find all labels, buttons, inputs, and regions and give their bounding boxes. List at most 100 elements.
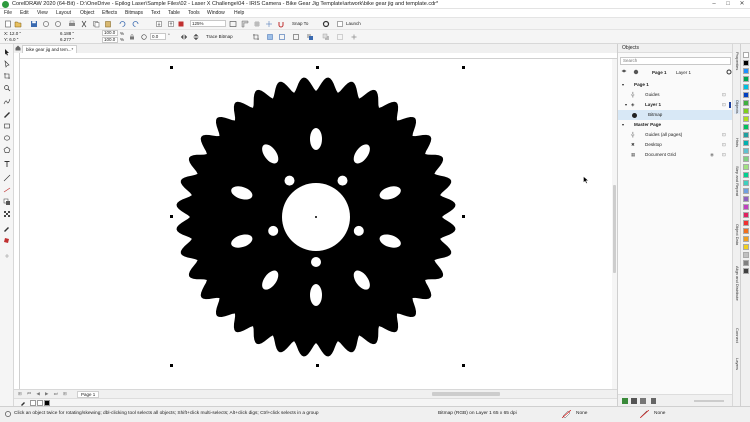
selection-handle-mr[interactable] — [462, 215, 465, 218]
arrange-back-icon[interactable] — [322, 33, 330, 41]
add-tool-icon[interactable] — [3, 252, 11, 260]
trace-bitmap-button[interactable]: Trace Bitmap — [206, 34, 233, 39]
options-gear-icon[interactable] — [322, 20, 330, 28]
menu-window[interactable]: Window — [207, 9, 225, 17]
mirror-vertical-icon[interactable] — [192, 33, 200, 41]
launch-icon[interactable] — [336, 20, 344, 28]
shape-tool-icon[interactable] — [3, 60, 11, 68]
arrange-front-icon[interactable] — [306, 33, 314, 41]
tree-guides-all-pages[interactable]: ╬ Guides (all pages) ⊡ — [618, 130, 733, 140]
new-layer-icon[interactable] — [622, 398, 628, 404]
text-tool-icon[interactable] — [3, 160, 11, 168]
guidelines-icon[interactable] — [265, 20, 273, 28]
scale-y-field[interactable]: 100.0 — [102, 37, 118, 43]
palette-swatch[interactable] — [743, 156, 749, 162]
cut-icon[interactable] — [80, 20, 88, 28]
tree-layer-1[interactable]: ▾ ◈ Layer 1 ⊡ — [618, 100, 733, 110]
rotation-angle-field[interactable]: 0.0 — [150, 33, 166, 40]
open-folder-icon[interactable] — [14, 20, 22, 28]
snap-to-dropdown[interactable]: Snap To — [292, 21, 308, 26]
palette-swatch[interactable] — [743, 132, 749, 138]
freehand-tool-icon[interactable] — [3, 98, 11, 106]
palette-swatch[interactable] — [743, 268, 749, 274]
new-document-icon[interactable] — [4, 20, 12, 28]
menu-help[interactable]: Help — [234, 9, 244, 17]
tree-desktop[interactable]: ✖ Desktop ⊡ — [618, 140, 733, 150]
snap-icon[interactable] — [277, 20, 285, 28]
launch-dropdown[interactable]: Launch — [346, 21, 361, 26]
tree-page-1[interactable]: ▾ Page 1 — [618, 80, 733, 90]
menu-tools[interactable]: Tools — [188, 9, 200, 17]
palette-swatch[interactable] — [743, 180, 749, 186]
menu-layout[interactable]: Layout — [56, 9, 71, 17]
selection-handle-tc[interactable] — [316, 66, 319, 69]
height-field[interactable]: 6.277 " — [60, 37, 74, 42]
objects-search-input[interactable]: Search — [620, 57, 731, 65]
palette-swatch[interactable] — [743, 60, 749, 66]
menu-object[interactable]: Object — [80, 9, 94, 17]
lock-ratio-icon[interactable] — [128, 33, 136, 41]
minimize-button[interactable]: – — [708, 0, 720, 9]
palette-swatch[interactable] — [743, 148, 749, 154]
horizontal-scroll-thumb[interactable] — [432, 392, 500, 396]
palette-swatch[interactable] — [743, 260, 749, 266]
grid-icon[interactable] — [253, 20, 261, 28]
selection-handle-bl[interactable] — [170, 364, 173, 367]
close-button[interactable]: ✕ — [736, 0, 748, 9]
layers-icon[interactable] — [621, 69, 627, 75]
selection-handle-tr[interactable] — [462, 66, 465, 69]
mirror-horizontal-icon[interactable] — [180, 33, 188, 41]
home-icon[interactable] — [15, 45, 21, 51]
vertical-scroll-thumb[interactable] — [613, 185, 616, 273]
menu-text[interactable]: Text — [151, 9, 160, 17]
menu-bitmaps[interactable]: Bitmaps — [125, 9, 143, 17]
import-icon[interactable] — [155, 20, 163, 28]
undo-icon[interactable] — [118, 20, 126, 28]
palette-swatch[interactable] — [743, 100, 749, 106]
lock-icon[interactable]: ⊡ — [722, 90, 726, 100]
lock-icon[interactable]: ⊡ — [722, 100, 726, 110]
fill-none-icon[interactable] — [561, 409, 572, 419]
transparency-tool-icon[interactable] — [3, 210, 11, 218]
current-page-label[interactable]: Page 1 — [652, 70, 667, 75]
page-nav-arrows[interactable]: ⊞ ⏮ ◀ ▶ ⏭ ⊞ — [18, 391, 69, 397]
parallel-dimension-tool-icon[interactable] — [3, 174, 11, 182]
new-master-layer-icon[interactable] — [631, 398, 637, 404]
publish-pdf-icon[interactable] — [177, 20, 185, 28]
zoom-level-field[interactable]: 125% — [190, 20, 226, 27]
eyedropper-tool-icon[interactable] — [3, 224, 11, 232]
resample-icon[interactable] — [278, 33, 286, 41]
palette-swatch[interactable] — [743, 68, 749, 74]
palette-swatch[interactable] — [743, 212, 749, 218]
tree-master-page[interactable]: ▾ Master Page — [618, 120, 733, 130]
crop-tool-icon[interactable] — [3, 72, 11, 80]
palette-swatch[interactable] — [743, 236, 749, 242]
bitmap-mask-icon[interactable] — [292, 33, 300, 41]
visibility-eye-icon[interactable]: ◉ — [710, 150, 714, 160]
width-field[interactable]: 6.188 " — [60, 31, 74, 36]
outline-none-icon[interactable] — [639, 409, 650, 419]
lock-icon[interactable]: ⊡ — [722, 150, 726, 160]
crop-bitmap-icon[interactable] — [252, 33, 260, 41]
copy-icon[interactable] — [92, 20, 100, 28]
scale-x-field[interactable]: 100.0 — [102, 30, 118, 36]
rectangle-tool-icon[interactable] — [3, 122, 11, 130]
zoom-tool-icon[interactable] — [3, 84, 11, 92]
gear-bitmap[interactable] — [20, 59, 612, 389]
tree-document-grid[interactable]: ▦ Document Grid ◉ ⊡ — [618, 150, 733, 160]
print-icon[interactable] — [68, 20, 76, 28]
move-object-icon[interactable] — [640, 398, 646, 404]
palette-swatch[interactable] — [743, 84, 749, 90]
redo-icon[interactable] — [132, 20, 140, 28]
pick-tool-icon[interactable] — [3, 48, 11, 56]
menu-edit[interactable]: Edit — [20, 9, 29, 17]
palette-swatch[interactable] — [743, 116, 749, 122]
add-plus-icon[interactable] — [350, 33, 358, 41]
palette-swatch[interactable] — [743, 204, 749, 210]
zoom-slider[interactable] — [694, 400, 724, 402]
paste-icon[interactable] — [104, 20, 112, 28]
menu-table[interactable]: Table — [168, 9, 180, 17]
palette-swatch[interactable] — [743, 244, 749, 250]
selection-handle-bc[interactable] — [316, 364, 319, 367]
palette-swatch[interactable] — [743, 196, 749, 202]
